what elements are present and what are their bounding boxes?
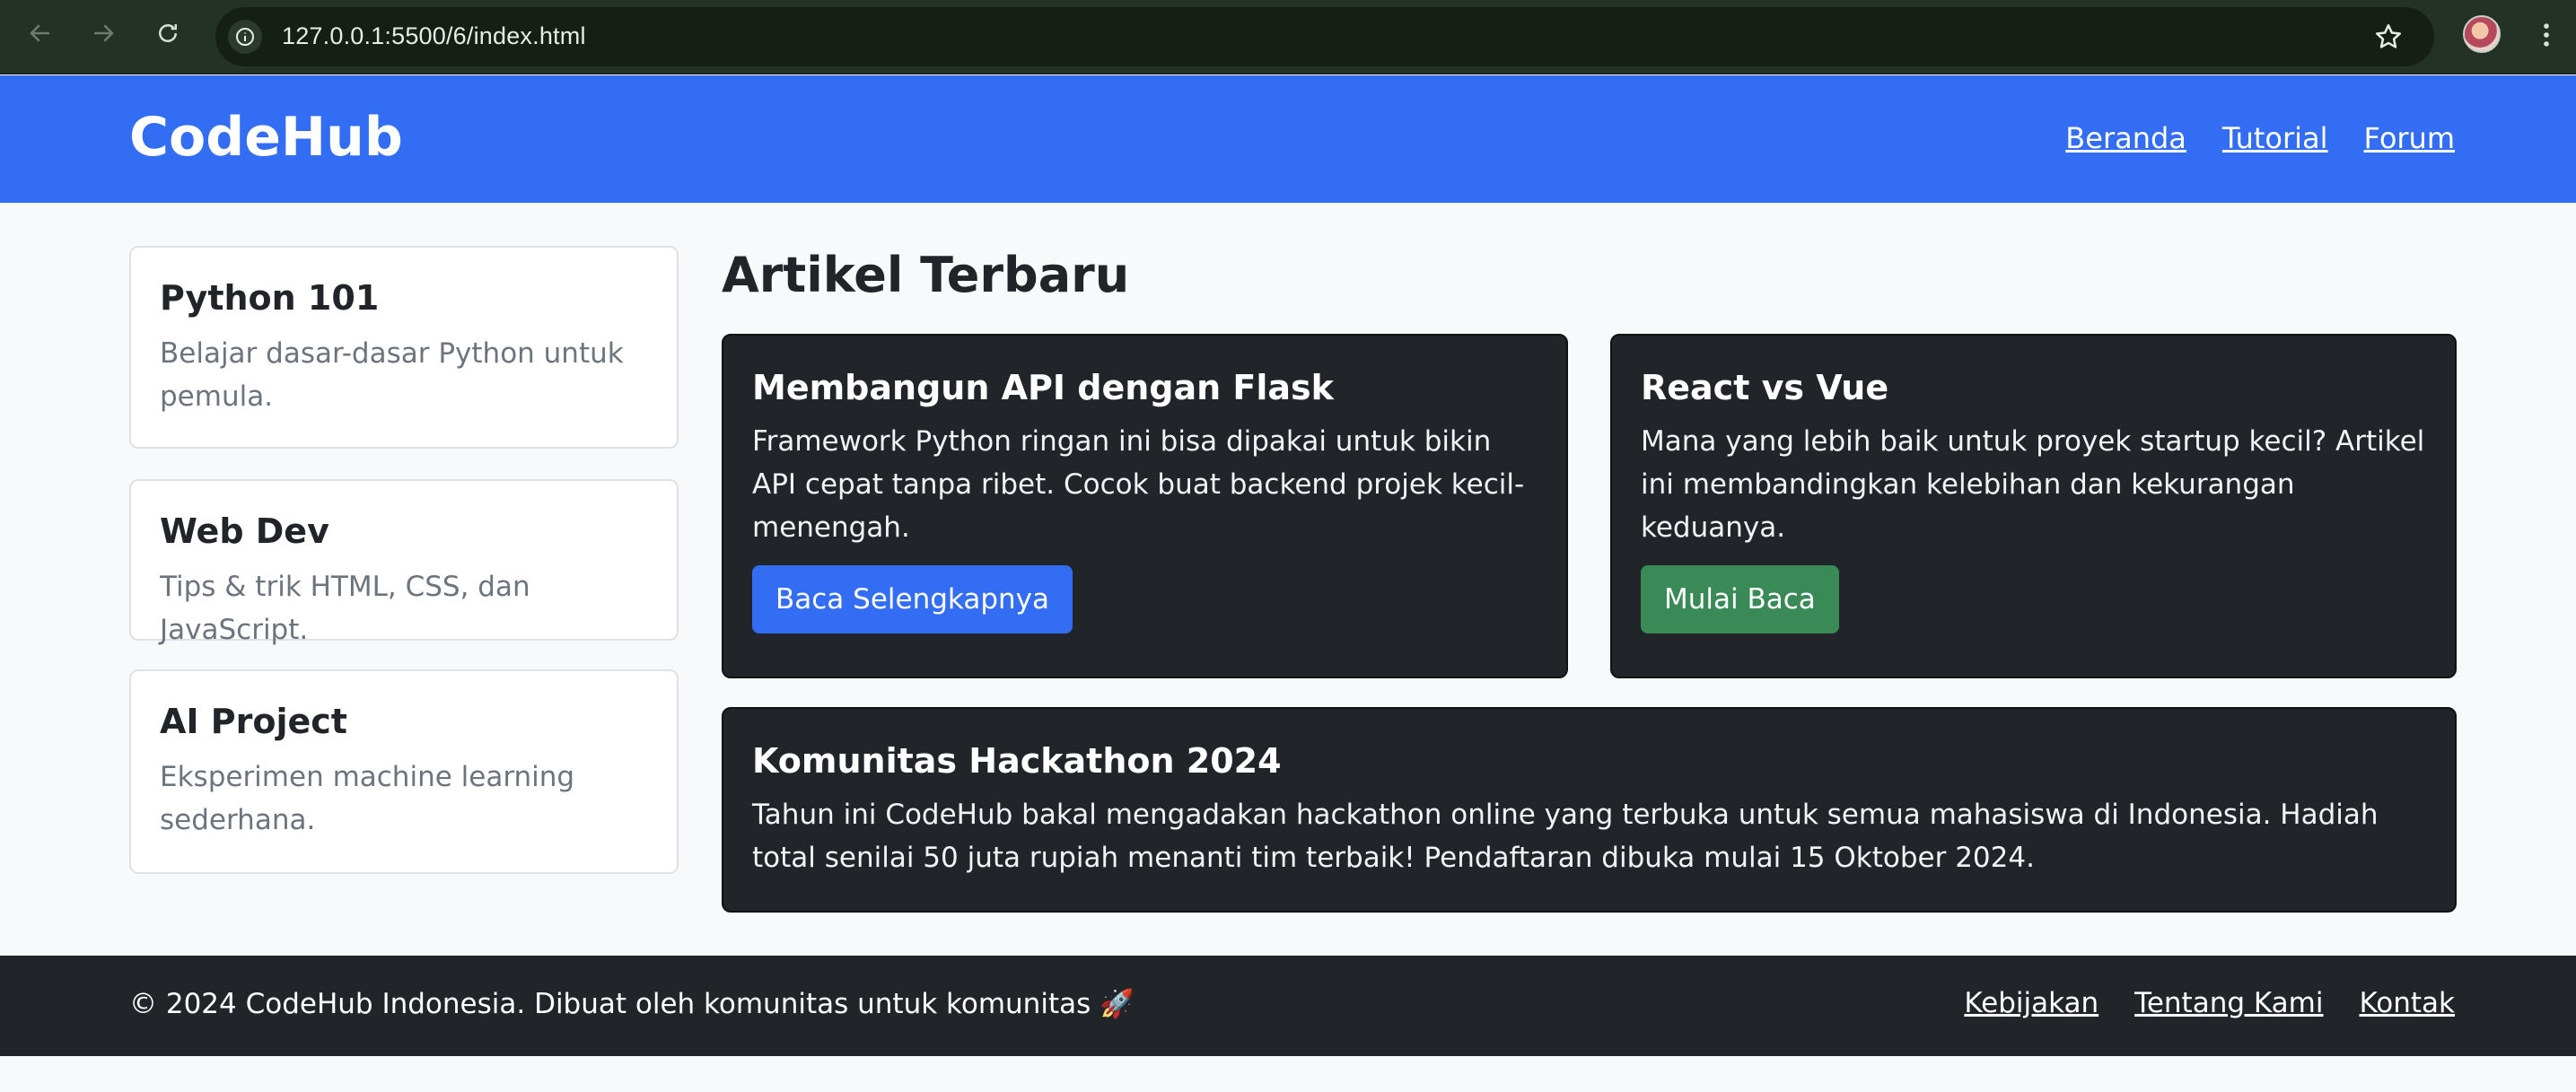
back-button[interactable] (25, 18, 56, 48)
forward-button[interactable] (88, 18, 118, 48)
site-navbar: CodeHub Beranda Tutorial Forum (0, 75, 2576, 203)
read-more-button[interactable]: Baca Selengkapnya (752, 565, 1073, 633)
sidebar-card-title: Web Dev (160, 511, 329, 551)
article-text: Mana yang lebih baik untuk proyek startu… (1641, 425, 2425, 544)
forward-arrow-icon (94, 24, 114, 42)
back-arrow-icon (30, 24, 49, 42)
sidebar-card-webdev: Web Dev Tips & trik HTML, CSS, dan JavaS… (129, 479, 679, 646)
sidebar-card-text: Belajar dasar-dasar Python untuk pemula. (160, 337, 624, 413)
article-title: Membangun API dengan Flask (752, 368, 1334, 407)
reload-button[interactable] (153, 18, 183, 48)
footer-link-tentang-kami[interactable]: Tentang Kami (2134, 987, 2323, 1019)
article-card-react-vue: React vs Vue Mana yang lebih baik untuk … (1610, 334, 2457, 678)
brand-logo[interactable]: CodeHub (129, 106, 403, 169)
footer-nav: Kebijakan Tentang Kami Kontak (1964, 987, 2455, 1019)
start-reading-button[interactable]: Mulai Baca (1641, 565, 1839, 633)
sidebar-card-ai: AI Project Eksperimen machine learning s… (129, 669, 679, 874)
footer-copyright: © 2024 CodeHub Indonesia. Dibuat oleh ko… (129, 988, 1135, 1020)
article-title: Komunitas Hackathon 2024 (752, 741, 1282, 781)
sidebar-card-title: Python 101 (160, 278, 380, 318)
article-text: Tahun ini CodeHub bakal mengadakan hacka… (752, 799, 2379, 874)
address-bar[interactable]: 127.0.0.1:5500/6/index.html (215, 7, 2434, 66)
footer-link-kebijakan[interactable]: Kebijakan (1964, 987, 2098, 1019)
article-card-flask: Membangun API dengan Flask Framework Pyt… (722, 334, 1568, 678)
url-text[interactable]: 127.0.0.1:5500/6/index.html (282, 22, 586, 50)
nav-link-beranda[interactable]: Beranda (2065, 121, 2186, 155)
sidebar-card-title: AI Project (160, 702, 347, 741)
browser-toolbar: 127.0.0.1:5500/6/index.html (0, 0, 2576, 74)
footer-link-kontak[interactable]: Kontak (2359, 987, 2455, 1019)
sidebar-card-text: Tips & trik HTML, CSS, dan JavaScript. (160, 571, 530, 646)
nav-link-forum[interactable]: Forum (2364, 121, 2455, 155)
profile-avatar[interactable] (2463, 15, 2501, 53)
more-menu-icon[interactable] (2531, 18, 2562, 52)
site-footer: © 2024 CodeHub Indonesia. Dibuat oleh ko… (0, 956, 2576, 1056)
reload-icon (159, 24, 177, 42)
section-title: Artikel Terbaru (722, 247, 1130, 303)
sidebar-card-text: Eksperimen machine learning sederhana. (160, 761, 575, 836)
main-nav: Beranda Tutorial Forum (2065, 121, 2455, 155)
bookmark-star-icon[interactable] (2373, 22, 2404, 52)
article-text: Framework Python ringan ini bisa dipakai… (752, 425, 1525, 544)
site-info-icon[interactable] (228, 20, 262, 54)
article-title: React vs Vue (1641, 368, 1889, 407)
article-card-hackathon: Komunitas Hackathon 2024 Tahun ini CodeH… (722, 707, 2457, 913)
sidebar-card-python: Python 101 Belajar dasar-dasar Python un… (129, 246, 679, 449)
page-bottom-space (0, 1056, 2576, 1092)
nav-link-tutorial[interactable]: Tutorial (2222, 121, 2328, 155)
